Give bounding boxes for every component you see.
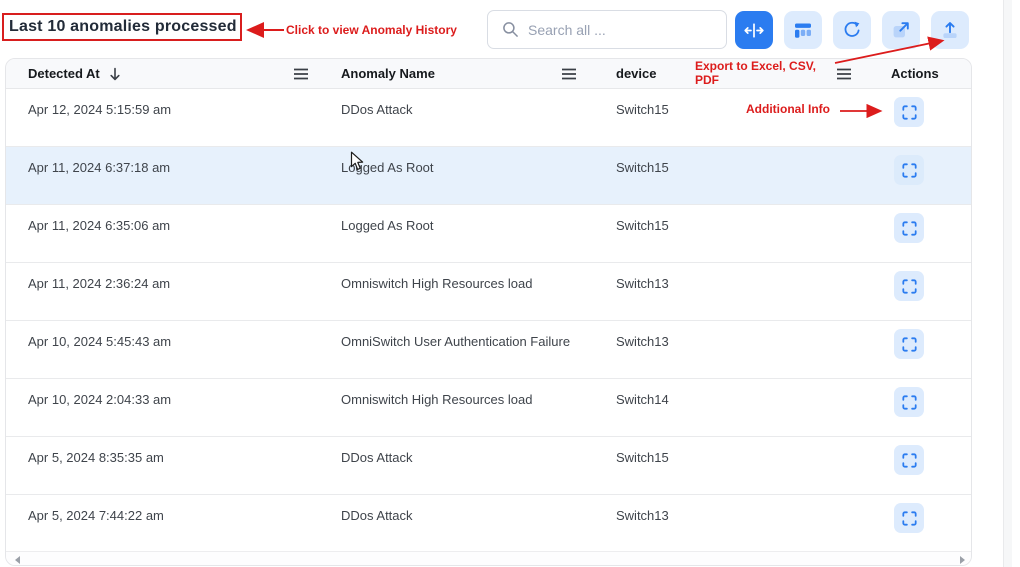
column-header-actions: Actions bbox=[866, 66, 971, 81]
additional-info-button[interactable] bbox=[894, 387, 924, 417]
column-label: Anomaly Name bbox=[341, 66, 435, 81]
cell-anomaly-name: DDos Attack bbox=[319, 89, 591, 146]
column-menu-icon[interactable] bbox=[561, 68, 577, 80]
export-icon bbox=[940, 20, 960, 40]
expand-icon bbox=[902, 395, 917, 410]
expand-icon bbox=[902, 279, 917, 294]
column-menu-icon[interactable] bbox=[836, 68, 852, 80]
search-icon bbox=[502, 21, 519, 38]
fit-columns-button[interactable] bbox=[735, 11, 773, 49]
cell-anomaly-name: OmniSwitch User Authentication Failure bbox=[319, 321, 591, 378]
table-row-highlighted[interactable]: Apr 11, 2024 6:37:18 am Logged As Root S… bbox=[6, 147, 971, 205]
table-row[interactable]: Apr 12, 2024 5:15:59 am DDos Attack Swit… bbox=[6, 89, 971, 147]
cell-device: Switch13 bbox=[591, 495, 866, 552]
cell-anomaly-name: Omniswitch High Resources load bbox=[319, 379, 591, 436]
cell-device: Switch15 bbox=[591, 147, 866, 204]
table-row[interactable]: Apr 5, 2024 8:35:35 am DDos Attack Switc… bbox=[6, 437, 971, 495]
expand-icon bbox=[902, 337, 917, 352]
cell-detected-at: Apr 11, 2024 6:35:06 am bbox=[6, 205, 319, 262]
cell-device: Switch13 bbox=[591, 321, 866, 378]
expand-icon bbox=[902, 163, 917, 178]
cell-anomaly-name: DDos Attack bbox=[319, 437, 591, 494]
search-box[interactable] bbox=[487, 10, 727, 49]
annotation-info-note: Additional Info bbox=[746, 103, 830, 117]
cell-anomaly-name: Logged As Root bbox=[319, 147, 591, 204]
additional-info-button[interactable] bbox=[894, 503, 924, 533]
column-chooser-button[interactable] bbox=[784, 11, 822, 49]
expand-icon bbox=[902, 453, 917, 468]
cell-detected-at: Apr 5, 2024 7:44:22 am bbox=[6, 495, 319, 552]
cell-device: Switch14 bbox=[591, 379, 866, 436]
table-row[interactable]: Apr 10, 2024 5:45:43 am OmniSwitch User … bbox=[6, 321, 971, 379]
column-header-detected-at[interactable]: Detected At bbox=[6, 66, 319, 81]
additional-info-button[interactable] bbox=[894, 97, 924, 127]
table-row[interactable]: Apr 10, 2024 2:04:33 am Omniswitch High … bbox=[6, 379, 971, 437]
open-external-button[interactable] bbox=[882, 11, 920, 49]
cell-anomaly-name: DDos Attack bbox=[319, 495, 591, 552]
page-vertical-scrollbar[interactable] bbox=[1003, 0, 1012, 567]
expand-icon bbox=[902, 511, 917, 526]
fit-columns-icon bbox=[743, 22, 765, 39]
export-button[interactable] bbox=[931, 11, 969, 49]
expand-icon bbox=[902, 221, 917, 236]
column-label: Actions bbox=[891, 66, 939, 81]
horizontal-scrollbar[interactable] bbox=[6, 551, 971, 565]
anomaly-history-title-box[interactable]: Last 10 anomalies processed bbox=[2, 13, 242, 41]
column-menu-icon[interactable] bbox=[293, 68, 309, 80]
table-row[interactable]: Apr 11, 2024 6:35:06 am Logged As Root S… bbox=[6, 205, 971, 263]
table-row[interactable]: Apr 11, 2024 2:36:24 am Omniswitch High … bbox=[6, 263, 971, 321]
cell-detected-at: Apr 11, 2024 6:37:18 am bbox=[6, 147, 319, 204]
page-title[interactable]: Last 10 anomalies processed bbox=[9, 18, 237, 36]
search-input[interactable] bbox=[528, 22, 716, 38]
anomalies-table: Detected At Anomaly Name device Actions … bbox=[5, 58, 972, 566]
open-external-icon bbox=[891, 20, 911, 40]
cell-device: Switch15 bbox=[591, 437, 866, 494]
column-label: device bbox=[616, 66, 656, 81]
cell-detected-at: Apr 11, 2024 2:36:24 am bbox=[6, 263, 319, 320]
cell-detected-at: Apr 10, 2024 2:04:33 am bbox=[6, 379, 319, 436]
columns-icon bbox=[793, 21, 813, 40]
additional-info-button[interactable] bbox=[894, 329, 924, 359]
scroll-left-icon[interactable] bbox=[15, 556, 20, 564]
cell-detected-at: Apr 12, 2024 5:15:59 am bbox=[6, 89, 319, 146]
cell-device: Switch15 bbox=[591, 89, 866, 146]
cell-detected-at: Apr 10, 2024 5:45:43 am bbox=[6, 321, 319, 378]
cell-detected-at: Apr 5, 2024 8:35:35 am bbox=[6, 437, 319, 494]
table-row[interactable]: Apr 5, 2024 7:44:22 am DDos Attack Switc… bbox=[6, 495, 971, 553]
scroll-right-icon[interactable] bbox=[960, 556, 965, 564]
annotation-export-note: Export to Excel, CSV, PDF bbox=[695, 60, 837, 87]
additional-info-button[interactable] bbox=[894, 213, 924, 243]
cell-anomaly-name: Logged As Root bbox=[319, 205, 591, 262]
refresh-icon bbox=[842, 20, 862, 40]
additional-info-button[interactable] bbox=[894, 271, 924, 301]
cell-device: Switch15 bbox=[591, 205, 866, 262]
annotation-title-note: Click to view Anomaly History bbox=[286, 24, 457, 38]
additional-info-button[interactable] bbox=[894, 445, 924, 475]
column-label: Detected At bbox=[28, 66, 100, 81]
cell-anomaly-name: Omniswitch High Resources load bbox=[319, 263, 591, 320]
additional-info-button[interactable] bbox=[894, 155, 924, 185]
column-header-anomaly-name[interactable]: Anomaly Name bbox=[319, 66, 591, 81]
cell-device: Switch13 bbox=[591, 263, 866, 320]
sort-desc-icon[interactable] bbox=[109, 67, 121, 81]
expand-icon bbox=[902, 105, 917, 120]
refresh-button[interactable] bbox=[833, 11, 871, 49]
